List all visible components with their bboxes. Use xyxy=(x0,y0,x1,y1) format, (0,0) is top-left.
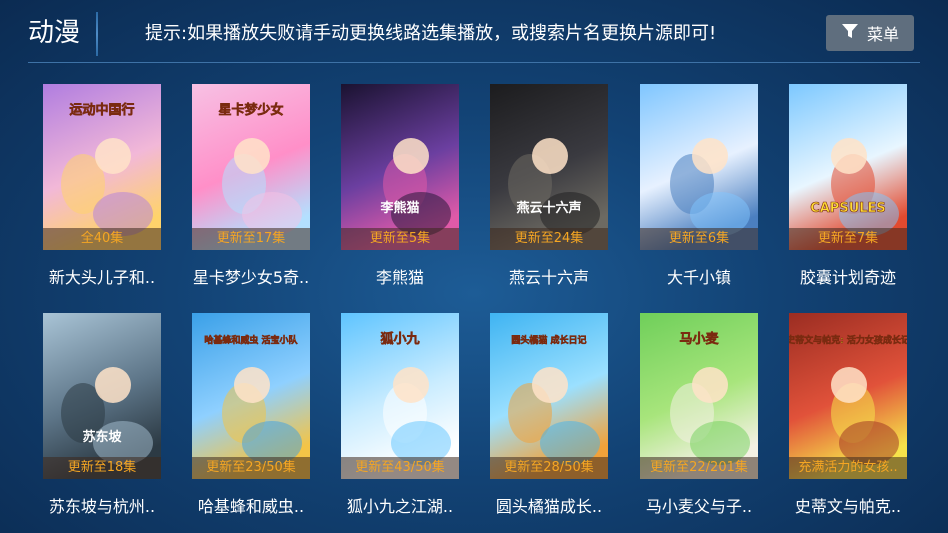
poster: 运动中国行 全40集 xyxy=(43,84,161,250)
card-title: 狐小九之江湖.. xyxy=(346,497,454,516)
poster: 燕云十六声 更新至24集 xyxy=(490,84,608,250)
poster-logo-text: 圆头橘猫 成长日记 xyxy=(511,334,586,346)
poster-image: 燕云十六声 xyxy=(490,84,608,250)
card-title: 圆头橘猫成长.. xyxy=(495,497,603,516)
episode-badge: 更新至17集 xyxy=(192,228,310,250)
poster-image: 史蒂文与帕克: 活力女孩成长记 xyxy=(789,313,907,479)
poster-image: 苏东坡 xyxy=(43,313,161,479)
poster: 狐小九 更新至43/50集 xyxy=(341,313,459,479)
episode-badge: 更新至5集 xyxy=(341,228,459,250)
poster-image: 圆头橘猫 成长日记 xyxy=(490,313,608,479)
video-card[interactable]: 更新至6集 大千小镇 xyxy=(640,84,758,304)
video-card[interactable]: 马小麦 更新至22/201集 马小麦父与子.. xyxy=(640,313,758,533)
character-face xyxy=(393,367,429,403)
poster-logo-text: 李熊猫 xyxy=(379,200,419,216)
poster-image: CAPSULES xyxy=(789,84,907,250)
poster-logo-text: 星卡梦少女 xyxy=(218,102,283,118)
video-card[interactable]: 李熊猫 更新至5集 李熊猫 xyxy=(341,84,459,304)
card-title: 燕云十六声 xyxy=(508,268,589,287)
card-title: 新大头儿子和.. xyxy=(48,268,156,287)
poster: CAPSULES 更新至7集 xyxy=(789,84,907,250)
video-card[interactable]: 苏东坡 更新至18集 苏东坡与杭州.. xyxy=(43,313,161,533)
video-grid: 运动中国行 全40集 新大头儿子和.. 星卡梦少女 更新至17集 星卡梦少女5奇… xyxy=(0,0,948,533)
poster-logo-text: 运动中国行 xyxy=(69,102,134,118)
video-card[interactable]: 星卡梦少女 更新至17集 星卡梦少女5奇.. xyxy=(192,84,310,304)
episode-badge: 更新至28/50集 xyxy=(490,457,608,479)
video-card[interactable]: 狐小九 更新至43/50集 狐小九之江湖.. xyxy=(341,313,459,533)
episode-badge: 更新至7集 xyxy=(789,228,907,250)
poster-logo-text: 史蒂文与帕克: 活力女孩成长记 xyxy=(789,334,907,346)
character-face xyxy=(95,367,131,403)
video-card[interactable]: 圆头橘猫 成长日记 更新至28/50集 圆头橘猫成长.. xyxy=(490,313,608,533)
episode-badge: 更新至22/201集 xyxy=(640,457,758,479)
episode-badge: 更新至43/50集 xyxy=(341,457,459,479)
poster-logo-text: 狐小九 xyxy=(380,331,419,347)
character-face xyxy=(532,138,568,174)
poster: 星卡梦少女 更新至17集 xyxy=(192,84,310,250)
poster-image xyxy=(640,84,758,250)
card-title: 星卡梦少女5奇.. xyxy=(192,268,310,287)
card-title: 马小麦父与子.. xyxy=(645,497,753,516)
poster-image: 李熊猫 xyxy=(341,84,459,250)
poster-logo-text: 哈基蜂和威虫 活宝小队 xyxy=(204,334,298,346)
video-card[interactable]: 燕云十六声 更新至24集 燕云十六声 xyxy=(490,84,608,304)
episode-badge: 更新至18集 xyxy=(43,457,161,479)
card-title: 李熊猫 xyxy=(375,268,424,287)
card-title: 苏东坡与杭州.. xyxy=(48,497,156,516)
poster: 李熊猫 更新至5集 xyxy=(341,84,459,250)
video-card[interactable]: 运动中国行 全40集 新大头儿子和.. xyxy=(43,84,161,304)
poster-logo-text: 马小麦 xyxy=(679,331,719,347)
character-face xyxy=(234,367,270,403)
poster: 史蒂文与帕克: 活力女孩成长记 充满活力的女孩.. xyxy=(789,313,907,479)
video-card[interactable]: 哈基蜂和威虫 活宝小队 更新至23/50集 哈基蜂和威虫.. xyxy=(192,313,310,533)
video-card[interactable]: CAPSULES 更新至7集 胶囊计划奇迹 xyxy=(789,84,907,304)
poster: 马小麦 更新至22/201集 xyxy=(640,313,758,479)
character-face xyxy=(532,367,568,403)
poster: 更新至6集 xyxy=(640,84,758,250)
episode-badge: 更新至23/50集 xyxy=(192,457,310,479)
character-face xyxy=(234,138,270,174)
poster: 苏东坡 更新至18集 xyxy=(43,313,161,479)
character-face xyxy=(692,138,728,174)
character-face xyxy=(95,138,131,174)
poster-logo-text: 苏东坡 xyxy=(82,429,122,445)
character-face xyxy=(831,367,867,403)
poster-logo-text: CAPSULES xyxy=(810,201,886,216)
card-title: 哈基蜂和威虫.. xyxy=(197,497,305,516)
episode-badge: 更新至24集 xyxy=(490,228,608,250)
character-face xyxy=(692,367,728,403)
poster-image: 狐小九 xyxy=(341,313,459,479)
character-face xyxy=(393,138,429,174)
card-title: 大千小镇 xyxy=(666,268,731,287)
poster-image: 马小麦 xyxy=(640,313,758,479)
episode-badge: 充满活力的女孩.. xyxy=(789,457,907,479)
poster-image: 哈基蜂和威虫 活宝小队 xyxy=(192,313,310,479)
card-title: 史蒂文与帕克.. xyxy=(794,497,902,516)
card-title: 胶囊计划奇迹 xyxy=(799,268,896,287)
character-face xyxy=(831,138,867,174)
video-card[interactable]: 史蒂文与帕克: 活力女孩成长记 充满活力的女孩.. 史蒂文与帕克.. xyxy=(789,313,907,533)
poster-logo-text: 燕云十六声 xyxy=(516,200,581,216)
episode-badge: 全40集 xyxy=(43,228,161,250)
poster: 圆头橘猫 成长日记 更新至28/50集 xyxy=(490,313,608,479)
poster: 哈基蜂和威虫 活宝小队 更新至23/50集 xyxy=(192,313,310,479)
episode-badge: 更新至6集 xyxy=(640,228,758,250)
poster-image: 运动中国行 xyxy=(43,84,161,250)
poster-image: 星卡梦少女 xyxy=(192,84,310,250)
